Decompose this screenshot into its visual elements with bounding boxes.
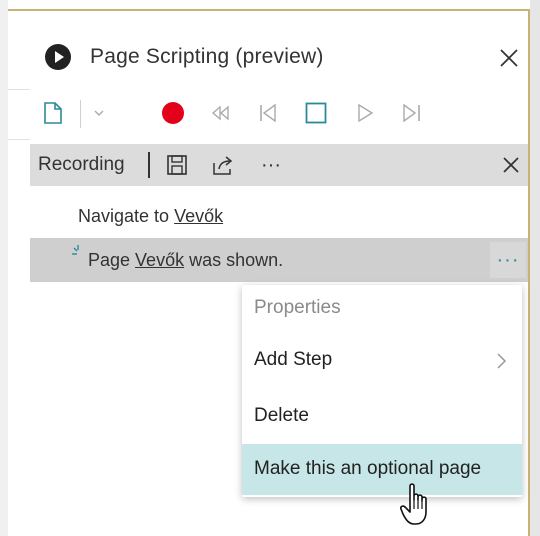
play-icon[interactable] [352,100,378,126]
step-suffix: was shown. [184,250,284,270]
pane-border-right [528,9,530,536]
step-row[interactable]: Navigate to Vevők [30,198,528,238]
window-right-edge [530,0,540,536]
background-page-strip [8,11,31,536]
new-step-indicator-icon [72,245,79,255]
step-context-menu: Properties Add Step Delete Make this an … [242,285,522,497]
menu-item-properties: Properties [242,285,522,333]
window-left-edge [0,0,8,536]
step-row-selected[interactable]: Page Vevők was shown. ··· [30,238,528,282]
new-document-icon[interactable] [40,100,66,126]
save-icon[interactable] [164,152,190,178]
recording-label: Recording [38,154,125,175]
menu-item-delete[interactable]: Delete [242,393,522,441]
step-label: Navigate to Vevők [78,206,223,227]
stop-icon[interactable] [303,100,329,126]
close-icon[interactable] [498,47,520,69]
step-more-button[interactable]: ··· [490,242,526,278]
play-circle-icon [45,44,71,70]
menu-item-label: Properties [254,297,341,318]
close-icon[interactable] [501,155,521,175]
menu-item-make-optional[interactable]: Make this an optional page [242,444,522,495]
rewind-icon[interactable] [207,100,233,126]
menu-item-label: Make this an optional page [254,458,482,479]
step-forward-icon[interactable] [399,100,425,126]
page-link[interactable]: Vevők [174,206,223,226]
toolbar-separator [80,100,81,128]
step-prefix: Navigate to [78,206,175,226]
step-back-icon[interactable] [255,100,281,126]
pane-header: Page Scripting (preview) [30,39,528,79]
share-icon[interactable] [210,152,236,178]
hand-cursor-icon [400,483,427,525]
chevron-down-icon[interactable] [86,100,112,126]
step-prefix: Page [88,250,136,270]
menu-item-label: Add Step [254,349,333,370]
chevron-right-icon [497,353,507,369]
menu-item-label: Delete [254,405,309,426]
recording-bar: Recording ··· [30,144,528,186]
window-top-edge [0,0,540,9]
recording-separator [148,152,150,178]
playback-toolbar [30,96,528,132]
menu-item-add-step[interactable]: Add Step [242,337,522,385]
page-link[interactable]: Vevők [135,250,184,270]
pane-title: Page Scripting (preview) [90,45,324,68]
step-label: Page Vevők was shown. [88,250,283,271]
more-icon[interactable]: ··· [258,152,284,178]
divider [8,89,30,90]
record-icon[interactable] [160,100,186,126]
divider [8,139,30,140]
